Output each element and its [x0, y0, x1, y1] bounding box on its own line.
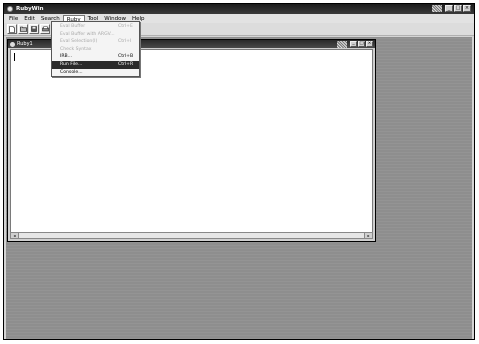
menu-edit[interactable]: Edit [21, 15, 38, 23]
document-close-button[interactable]: × [366, 41, 373, 47]
save-icon [31, 26, 37, 32]
document-maximize-button[interactable]: □ [358, 41, 365, 47]
menu-item-eval-buffer-argv[interactable]: Eval Buffer with ARGV... [52, 31, 139, 39]
app-title-bar[interactable]: RubyWin _ □ × [4, 4, 474, 14]
ruby-app-icon [7, 6, 13, 12]
save-button[interactable] [29, 24, 39, 34]
noise-artifact [432, 5, 442, 12]
menu-item-eval-buffer[interactable]: Eval Buffer Ctrl+E [52, 23, 139, 31]
new-file-icon [9, 25, 15, 33]
mdi-workspace: Ruby1 _ □ × ◂ ▸ [6, 37, 472, 339]
print-icon [41, 26, 49, 32]
text-caret [14, 53, 15, 61]
document-title: Ruby1 [17, 41, 33, 47]
ruby-menu-dropdown: Eval Buffer Ctrl+E Eval Buffer with ARGV… [51, 21, 140, 77]
horizontal-scrollbar[interactable]: ◂ ▸ [10, 232, 373, 239]
new-file-button[interactable] [7, 24, 17, 34]
maximize-button[interactable]: □ [454, 5, 462, 12]
menu-item-irb[interactable]: IRB... Ctrl+B [52, 53, 139, 61]
close-button[interactable]: × [463, 5, 471, 12]
menu-item-console[interactable]: Console... [52, 69, 139, 77]
document-icon [10, 41, 15, 47]
open-folder-icon [19, 26, 27, 32]
menu-item-run-file[interactable]: Run File... Ctrl+R [52, 60, 139, 69]
print-button[interactable] [40, 24, 50, 34]
minimize-button[interactable]: _ [445, 5, 453, 12]
menu-file[interactable]: File [6, 15, 21, 23]
menu-item-check-syntax[interactable]: Check Syntax [52, 46, 139, 54]
scroll-right-button[interactable]: ▸ [364, 233, 372, 238]
document-minimize-button[interactable]: _ [350, 41, 357, 47]
menu-item-eval-selection[interactable]: Eval Selection(I) Ctrl+I [52, 38, 139, 46]
scroll-left-button[interactable]: ◂ [11, 233, 19, 238]
open-file-button[interactable] [18, 24, 28, 34]
noise-artifact [337, 41, 347, 48]
app-title: RubyWin [16, 6, 44, 12]
